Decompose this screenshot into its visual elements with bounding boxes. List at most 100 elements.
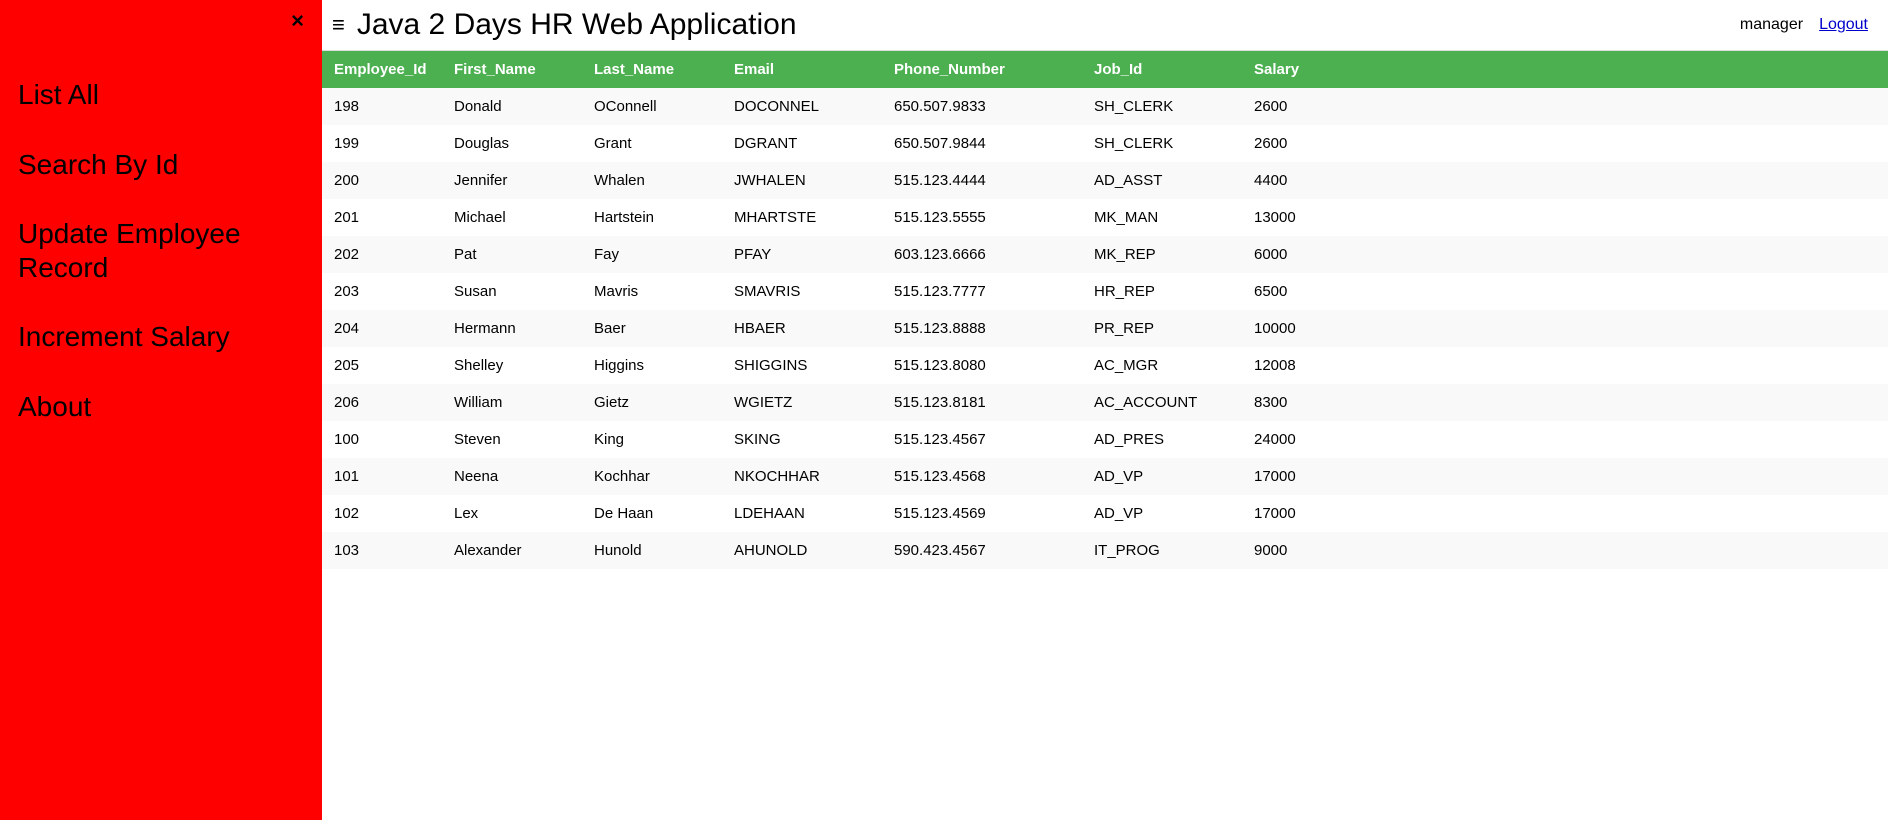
table-cell: MK_REP <box>1082 236 1242 273</box>
table-cell: 515.123.8888 <box>882 310 1082 347</box>
table-cell: Neena <box>442 458 582 495</box>
table-row: 199DouglasGrantDGRANT650.507.9844SH_CLER… <box>322 125 1888 162</box>
table-cell: 2600 <box>1242 125 1888 162</box>
sidebar: × List AllSearch By IdUpdate Employee Re… <box>0 0 322 820</box>
table-cell: IT_PROG <box>1082 532 1242 569</box>
table-cell: MK_MAN <box>1082 199 1242 236</box>
table-cell: King <box>582 421 722 458</box>
table-cell: 198 <box>322 88 442 125</box>
table-cell: 203 <box>322 273 442 310</box>
table-row: 103AlexanderHunoldAHUNOLD590.423.4567IT_… <box>322 532 1888 569</box>
table-cell: AD_ASST <box>1082 162 1242 199</box>
sidebar-item-increment-salary[interactable]: Increment Salary <box>0 302 322 372</box>
table-cell: 102 <box>322 495 442 532</box>
table-cell: 515.123.4568 <box>882 458 1082 495</box>
table-cell: 12008 <box>1242 347 1888 384</box>
close-icon[interactable]: × <box>291 8 304 34</box>
table-cell: 205 <box>322 347 442 384</box>
sidebar-item-update-employee-record[interactable]: Update Employee Record <box>0 199 322 302</box>
table-cell: 204 <box>322 310 442 347</box>
table-cell: 650.507.9844 <box>882 125 1082 162</box>
sidebar-nav: List AllSearch By IdUpdate Employee Reco… <box>0 60 322 442</box>
table-row: 205ShelleyHigginsSHIGGINS515.123.8080AC_… <box>322 347 1888 384</box>
table-cell: 202 <box>322 236 442 273</box>
table-cell: Jennifer <box>442 162 582 199</box>
table-cell: HBAER <box>722 310 882 347</box>
table-cell: DOCONNEL <box>722 88 882 125</box>
table-cell: 101 <box>322 458 442 495</box>
table-cell: Steven <box>442 421 582 458</box>
table-cell: 201 <box>322 199 442 236</box>
table-cell: 9000 <box>1242 532 1888 569</box>
col-header-employee_id: Employee_Id <box>322 51 442 88</box>
table-cell: Shelley <box>442 347 582 384</box>
table-cell: Hartstein <box>582 199 722 236</box>
table-cell: NKOCHHAR <box>722 458 882 495</box>
table-cell: LDEHAAN <box>722 495 882 532</box>
table-cell: 590.423.4567 <box>882 532 1082 569</box>
table-cell: 13000 <box>1242 199 1888 236</box>
employee-table: Employee_IdFirst_NameLast_NameEmailPhone… <box>322 51 1888 569</box>
table-cell: Gietz <box>582 384 722 421</box>
col-header-last_name: Last_Name <box>582 51 722 88</box>
table-cell: 6000 <box>1242 236 1888 273</box>
table-cell: Grant <box>582 125 722 162</box>
logout-link[interactable]: Logout <box>1819 16 1868 34</box>
table-cell: JWHALEN <box>722 162 882 199</box>
table-cell: 103 <box>322 532 442 569</box>
table-container: Employee_IdFirst_NameLast_NameEmailPhone… <box>322 51 1888 820</box>
col-header-phone_number: Phone_Number <box>882 51 1082 88</box>
col-header-email: Email <box>722 51 882 88</box>
table-cell: 199 <box>322 125 442 162</box>
table-cell: 515.123.5555 <box>882 199 1082 236</box>
table-cell: AD_VP <box>1082 458 1242 495</box>
table-cell: AC_ACCOUNT <box>1082 384 1242 421</box>
table-cell: PFAY <box>722 236 882 273</box>
app-title: Java 2 Days HR Web Application <box>357 8 797 42</box>
table-cell: AC_MGR <box>1082 347 1242 384</box>
table-cell: Michael <box>442 199 582 236</box>
table-cell: Kochhar <box>582 458 722 495</box>
sidebar-item-about[interactable]: About <box>0 372 322 442</box>
table-cell: 515.123.4444 <box>882 162 1082 199</box>
table-cell: SH_CLERK <box>1082 88 1242 125</box>
table-cell: MHARTSTE <box>722 199 882 236</box>
table-body: 198DonaldOConnellDOCONNEL650.507.9833SH_… <box>322 88 1888 569</box>
table-cell: SMAVRIS <box>722 273 882 310</box>
header-right: manager Logout <box>1740 16 1868 34</box>
table-row: 101NeenaKochharNKOCHHAR515.123.4568AD_VP… <box>322 458 1888 495</box>
table-cell: 8300 <box>1242 384 1888 421</box>
table-cell: AD_VP <box>1082 495 1242 532</box>
table-cell: Hermann <box>442 310 582 347</box>
table-cell: Douglas <box>442 125 582 162</box>
table-row: 100StevenKingSKING515.123.4567AD_PRES240… <box>322 421 1888 458</box>
table-row: 203SusanMavrisSMAVRIS515.123.7777HR_REP6… <box>322 273 1888 310</box>
table-cell: Higgins <box>582 347 722 384</box>
hamburger-icon[interactable]: ≡ <box>332 12 345 38</box>
table-cell: PR_REP <box>1082 310 1242 347</box>
col-header-first_name: First_Name <box>442 51 582 88</box>
table-row: 201MichaelHartsteinMHARTSTE515.123.5555M… <box>322 199 1888 236</box>
table-cell: 515.123.8080 <box>882 347 1082 384</box>
table-cell: 515.123.4567 <box>882 421 1082 458</box>
table-cell: Fay <box>582 236 722 273</box>
table-cell: Alexander <box>442 532 582 569</box>
table-cell: Susan <box>442 273 582 310</box>
table-cell: 200 <box>322 162 442 199</box>
table-header: Employee_IdFirst_NameLast_NameEmailPhone… <box>322 51 1888 88</box>
sidebar-item-search-by-id[interactable]: Search By Id <box>0 130 322 200</box>
table-cell: SKING <box>722 421 882 458</box>
table-cell: 17000 <box>1242 458 1888 495</box>
header: ≡ Java 2 Days HR Web Application manager… <box>322 0 1888 51</box>
table-cell: 4400 <box>1242 162 1888 199</box>
table-cell: SH_CLERK <box>1082 125 1242 162</box>
table-cell: De Haan <box>582 495 722 532</box>
table-cell: 10000 <box>1242 310 1888 347</box>
main-content: ≡ Java 2 Days HR Web Application manager… <box>322 0 1888 820</box>
header-left: ≡ Java 2 Days HR Web Application <box>332 8 797 42</box>
table-cell: AD_PRES <box>1082 421 1242 458</box>
sidebar-item-list-all[interactable]: List All <box>0 60 322 130</box>
table-cell: 17000 <box>1242 495 1888 532</box>
table-cell: AHUNOLD <box>722 532 882 569</box>
col-header-job_id: Job_Id <box>1082 51 1242 88</box>
